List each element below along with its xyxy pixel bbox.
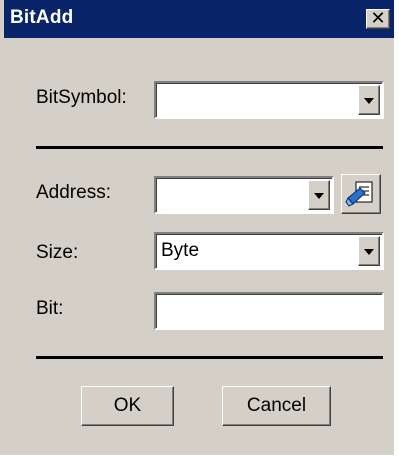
bitadd-dialog: BitAdd ✕ BitSymbol: Address: Size: Byte … xyxy=(0,0,394,455)
divider-bottom xyxy=(36,356,383,359)
size-value: Byte xyxy=(161,240,200,261)
address-dropdown-button[interactable] xyxy=(308,180,330,210)
window-title: BitAdd xyxy=(10,7,74,28)
chevron-down-icon xyxy=(314,193,324,199)
close-icon: ✕ xyxy=(370,8,386,29)
address-browse-icon xyxy=(345,181,373,207)
bit-symbol-combobox[interactable] xyxy=(154,81,384,119)
divider-top xyxy=(36,146,383,149)
chevron-down-icon xyxy=(364,98,374,104)
ok-button[interactable]: OK xyxy=(81,386,174,426)
size-combobox[interactable]: Byte xyxy=(154,232,384,270)
close-button[interactable]: ✕ xyxy=(366,9,390,29)
chevron-down-icon xyxy=(364,249,374,255)
address-label: Address: xyxy=(36,182,111,203)
bit-symbol-label: BitSymbol: xyxy=(36,87,127,108)
size-label: Size: xyxy=(36,242,79,263)
title-bar: BitAdd ✕ xyxy=(4,0,394,38)
address-browse-button[interactable] xyxy=(341,174,381,214)
address-combobox[interactable] xyxy=(154,176,334,214)
bit-label: Bit: xyxy=(36,298,64,319)
bit-input[interactable] xyxy=(154,292,384,330)
bit-symbol-dropdown-button[interactable] xyxy=(358,85,380,115)
cancel-button[interactable]: Cancel xyxy=(222,386,331,426)
size-dropdown-button[interactable] xyxy=(358,236,380,266)
